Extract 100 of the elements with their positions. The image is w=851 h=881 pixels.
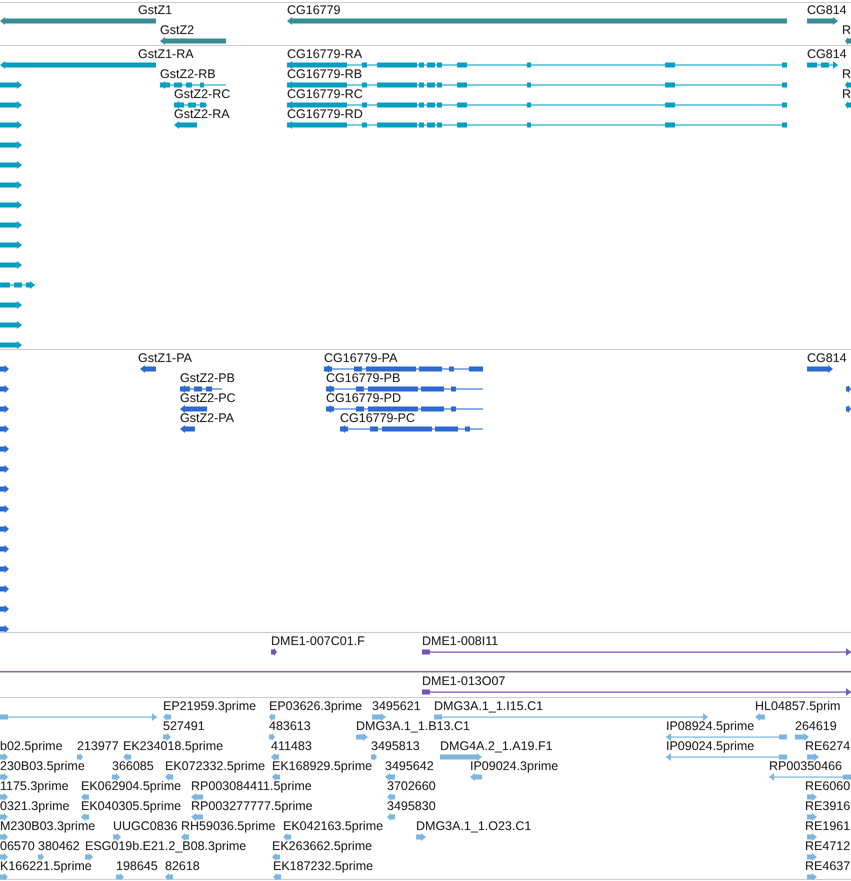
feature-drawing <box>845 101 851 109</box>
feature-drawing <box>416 833 426 841</box>
feature-label: RE4637 <box>805 860 850 873</box>
feature-drawing <box>0 873 8 880</box>
feature-drawing <box>0 301 22 309</box>
feature-drawing <box>85 853 93 861</box>
feature-label: CG16779-RC <box>287 88 363 101</box>
feature-drawing <box>0 485 9 493</box>
feature-drawing <box>272 773 280 781</box>
feature-label: GstZ2-PC <box>180 392 236 405</box>
feature-drawing <box>385 773 395 781</box>
feature-label: 198645 <box>116 860 158 873</box>
feature-label: R <box>842 68 851 81</box>
feature-label: EP21959.3prime <box>163 700 256 713</box>
feature-label: IP09024.3prime <box>470 760 558 773</box>
feature-label: GstZ2-RC <box>174 88 230 101</box>
feature-label: DMG3A.1_1.I15.C1 <box>434 700 544 713</box>
feature-label: CG16779-RD <box>287 108 363 121</box>
feature-drawing <box>0 465 9 473</box>
feature-drawing <box>112 773 120 781</box>
feature-drawing <box>846 385 851 393</box>
feature-label: RE6060 <box>805 780 850 793</box>
feature-label: EK263662.5prime <box>272 840 372 853</box>
feature-label: ESG019b.E21.2_B08.3prime <box>85 840 246 853</box>
feature-label: DMG4A.2_1.A19.F1 <box>440 740 553 753</box>
feature-drawing <box>271 648 277 656</box>
feature-drawing <box>0 141 22 149</box>
feature-drawing <box>271 753 279 761</box>
feature-drawing <box>165 773 173 781</box>
feature-drawing <box>470 773 482 781</box>
feature-drawing <box>116 873 124 880</box>
feature-label: M230B03.3prime <box>0 820 96 833</box>
feature-label: EK168929.5prime <box>272 760 372 773</box>
feature-drawing <box>387 813 395 821</box>
feature-drawing <box>0 341 22 349</box>
feature-drawing <box>269 713 275 721</box>
feature-label: CG814 <box>807 4 847 17</box>
feature-drawing <box>160 81 226 89</box>
feature-label: GstZ2-RB <box>160 68 216 81</box>
feature-drawing <box>0 121 22 129</box>
feature-label: IP08924.5prime <box>666 720 754 733</box>
feature-label: RP003084411.5prime <box>191 780 312 793</box>
feature-label: GstZ1-RA <box>138 48 194 61</box>
feature-label: 230B03.5prime <box>0 760 85 773</box>
feature-drawing <box>846 405 851 413</box>
feature-drawing <box>0 81 22 89</box>
feature-label: DMG3A.1_1.O23.C1 <box>416 820 532 833</box>
feature-drawing <box>160 37 226 45</box>
feature-label: EP03626.3prime <box>269 700 362 713</box>
feature-label: GstZ2-PB <box>180 372 235 385</box>
feature-drawing <box>387 793 395 801</box>
feature-label: b02.5prime <box>0 740 63 753</box>
feature-label: K166221.5prime <box>0 860 92 873</box>
feature-drawing <box>0 625 9 633</box>
feature-drawing <box>0 505 9 513</box>
feature-drawing <box>81 813 89 821</box>
feature-drawing <box>0 241 22 249</box>
feature-drawing <box>807 813 817 821</box>
feature-drawing <box>0 525 9 533</box>
feature-label: EK187232.5prime <box>273 860 374 873</box>
feature-drawing <box>0 585 9 593</box>
feature-drawing <box>77 753 83 761</box>
feature-drawing <box>0 425 9 433</box>
feature-label: 3495621 <box>372 700 421 713</box>
feature-drawing <box>0 853 8 861</box>
feature-label: 380462 <box>38 840 80 853</box>
feature-label: 06570 <box>0 840 35 853</box>
feature-drawing <box>165 873 173 880</box>
feature-drawing <box>0 321 22 329</box>
feature-drawing <box>0 833 8 841</box>
feature-label: CG16779 <box>287 4 341 17</box>
feature-drawing <box>0 813 8 821</box>
feature-label: EK234018.5prime <box>123 740 224 753</box>
feature-label: RE1961 <box>805 820 850 833</box>
feature-drawing <box>180 405 207 413</box>
feature-label: EK040305.5prime <box>81 800 182 813</box>
feature-drawing <box>0 773 8 781</box>
feature-label: GstZ2-RA <box>174 108 230 121</box>
feature-label: DME1-013O07 <box>422 675 506 688</box>
feature-drawing <box>807 17 838 25</box>
feature-drawing <box>0 793 8 801</box>
feature-drawing <box>163 733 171 741</box>
feature-label: GstZ1 <box>138 4 172 17</box>
feature-drawing <box>174 121 197 129</box>
feature-drawing <box>0 261 22 269</box>
feature-drawing <box>0 365 9 373</box>
feature-drawing <box>123 753 131 761</box>
feature-label: RP00350466 <box>769 760 842 773</box>
feature-drawing <box>0 181 22 189</box>
feature-label: 0321.3prime <box>0 800 70 813</box>
feature-label: EK042163.5prime <box>283 820 384 833</box>
feature-label: CG16779-PA <box>324 352 398 365</box>
feature-drawing <box>163 713 171 721</box>
feature-drawing <box>0 201 22 209</box>
feature-drawing <box>283 833 291 841</box>
feature-drawing <box>0 753 8 761</box>
feature-label: R <box>842 88 851 101</box>
feature-drawing <box>191 813 203 821</box>
feature-drawing <box>0 565 9 573</box>
feature-label: R <box>842 24 851 37</box>
